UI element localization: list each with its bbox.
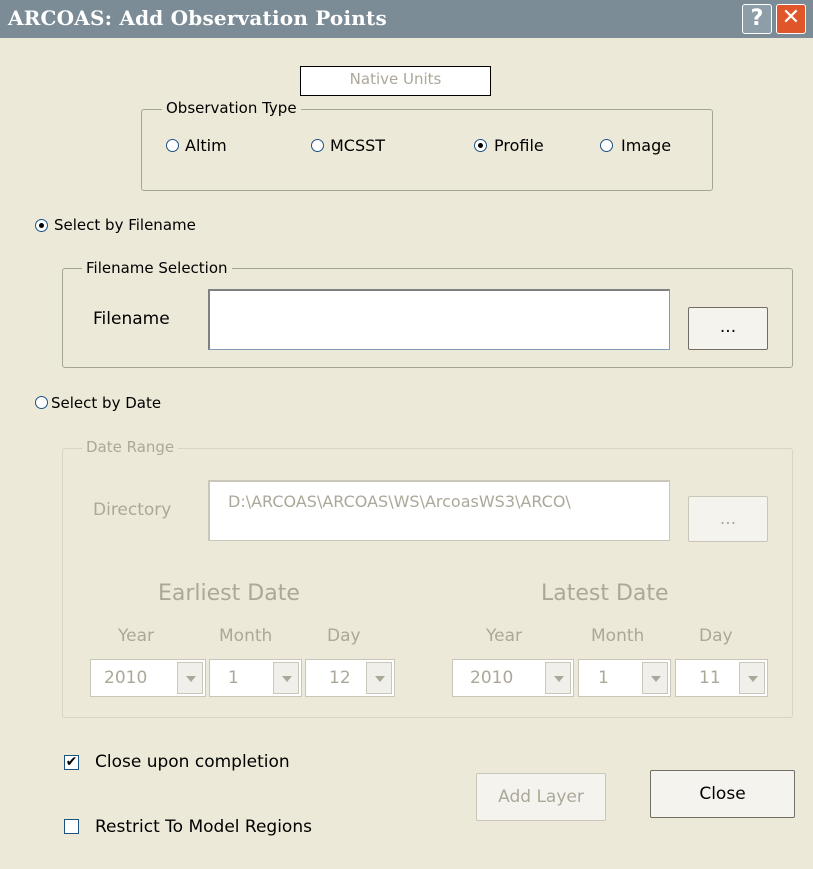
filename-input[interactable] — [208, 289, 670, 350]
help-button[interactable]: ? — [742, 4, 772, 34]
radio-select-by-filename[interactable] — [35, 219, 48, 232]
latest-year-label: Year — [486, 626, 522, 646]
chevron-down-icon[interactable] — [177, 662, 203, 694]
chevron-down-icon[interactable] — [366, 662, 392, 694]
radio-mcsst-label[interactable]: MCSST — [330, 136, 385, 155]
observation-type-legend: Observation Type — [162, 99, 301, 117]
select-by-date-label[interactable]: Select by Date — [51, 394, 161, 412]
radio-altim[interactable] — [166, 139, 179, 152]
earliest-date-heading: Earliest Date — [158, 581, 300, 606]
latest-month-label: Month — [591, 626, 645, 646]
restrict-to-model-regions-label[interactable]: Restrict To Model Regions — [95, 817, 312, 837]
earliest-year-label: Year — [118, 626, 154, 646]
earliest-year-select[interactable]: 2010 — [90, 659, 206, 697]
window-close-button[interactable]: ✕ — [776, 4, 806, 34]
filename-selection-legend: Filename Selection — [82, 259, 232, 277]
latest-date-heading: Latest Date — [541, 581, 669, 606]
earliest-month-value: 1 — [228, 668, 239, 688]
earliest-month-label: Month — [219, 626, 273, 646]
select-by-filename-label[interactable]: Select by Filename — [54, 216, 196, 234]
chevron-down-icon[interactable] — [642, 662, 668, 694]
latest-day-select[interactable]: 11 — [675, 659, 768, 697]
earliest-day-label: Day — [327, 626, 361, 646]
directory-browse-button[interactable]: ... — [688, 496, 768, 542]
close-upon-completion-checkbox[interactable]: ✔ — [64, 755, 79, 770]
close-button[interactable]: Close — [650, 770, 795, 818]
title-bar: ARCOAS: Add Observation Points ? ✕ — [0, 0, 813, 38]
radio-profile-label[interactable]: Profile — [494, 136, 544, 155]
radio-mcsst[interactable] — [311, 139, 324, 152]
radio-image-label[interactable]: Image — [621, 136, 671, 155]
chevron-down-icon[interactable] — [273, 662, 299, 694]
date-range-legend: Date Range — [82, 438, 179, 456]
close-upon-completion-label[interactable]: Close upon completion — [95, 752, 290, 772]
earliest-day-select[interactable]: 12 — [305, 659, 395, 697]
radio-image[interactable] — [600, 139, 613, 152]
radio-altim-label[interactable]: Altim — [185, 136, 227, 155]
latest-month-value: 1 — [598, 668, 609, 688]
window-title: ARCOAS: Add Observation Points — [8, 6, 387, 30]
earliest-day-value: 12 — [329, 668, 351, 688]
radio-select-by-date[interactable] — [35, 396, 48, 409]
filename-browse-button[interactable]: ... — [688, 307, 768, 350]
latest-month-select[interactable]: 1 — [578, 659, 671, 697]
latest-year-value: 2010 — [470, 668, 514, 688]
directory-label: Directory — [93, 500, 172, 520]
latest-day-label: Day — [699, 626, 733, 646]
directory-input[interactable]: D:\ARCOAS\ARCOAS\WS\ArcoasWS3\ARCO\ — [208, 480, 670, 541]
chevron-down-icon[interactable] — [545, 662, 571, 694]
earliest-month-select[interactable]: 1 — [209, 659, 302, 697]
chevron-down-icon[interactable] — [739, 662, 765, 694]
filename-label: Filename — [93, 309, 170, 329]
add-layer-button[interactable]: Add Layer — [476, 773, 606, 821]
latest-day-value: 11 — [699, 668, 721, 688]
native-units-field: Native Units — [300, 66, 491, 96]
radio-profile[interactable] — [474, 139, 487, 152]
restrict-to-model-regions-checkbox[interactable] — [64, 819, 79, 834]
earliest-year-value: 2010 — [104, 668, 148, 688]
latest-year-select[interactable]: 2010 — [452, 659, 574, 697]
